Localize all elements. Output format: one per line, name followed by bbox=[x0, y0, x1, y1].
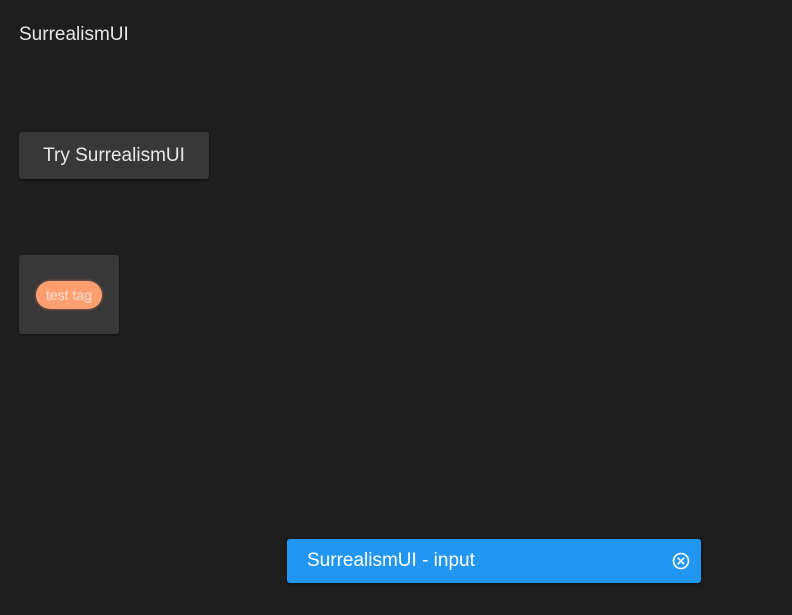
close-circle-icon[interactable] bbox=[671, 551, 691, 571]
app-title: SurrealismUI bbox=[19, 24, 129, 45]
tag-card: test tag bbox=[19, 255, 119, 334]
test-tag-label: test tag bbox=[46, 286, 92, 303]
test-tag[interactable]: test tag bbox=[36, 280, 102, 309]
try-surrealismui-button[interactable]: Try SurrealismUI bbox=[19, 132, 209, 179]
surrealism-input[interactable]: SurrealismUI - input bbox=[287, 539, 701, 583]
try-button-label: Try SurrealismUI bbox=[43, 144, 185, 166]
input-value[interactable]: SurrealismUI - input bbox=[307, 550, 671, 572]
